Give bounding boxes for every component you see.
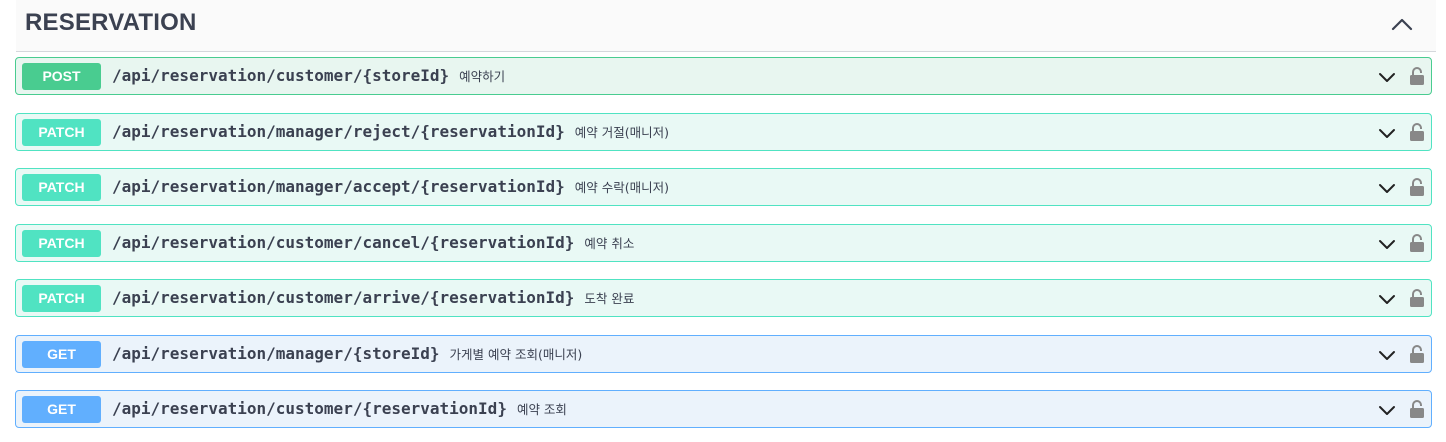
lock-icon[interactable] bbox=[1409, 233, 1425, 253]
operation-row-post-reserve[interactable]: POST /api/reservation/customer/{storeId}… bbox=[15, 57, 1432, 95]
lock-icon[interactable] bbox=[1409, 177, 1425, 197]
operation-row-patch-reject[interactable]: PATCH /api/reservation/manager/reject/{r… bbox=[15, 113, 1432, 151]
section-header[interactable]: RESERVATION bbox=[16, 0, 1436, 52]
lock-icon[interactable] bbox=[1409, 122, 1425, 142]
section-title: RESERVATION bbox=[25, 9, 197, 36]
chevron-down-icon[interactable] bbox=[1377, 345, 1397, 365]
operation-path-text: /api/reservation/customer/cancel/{reserv… bbox=[112, 233, 575, 252]
method-badge: GET bbox=[22, 396, 101, 423]
operation-summary: 도착 완료 bbox=[584, 291, 635, 306]
operation-summary: 예약 취소 bbox=[584, 236, 635, 251]
method-badge: POST bbox=[22, 63, 101, 90]
operation-path-text: /api/reservation/customer/{reservationId… bbox=[112, 399, 507, 418]
operation-path: /api/reservation/manager/accept/{reserva… bbox=[112, 177, 669, 196]
lock-icon[interactable] bbox=[1409, 399, 1425, 419]
chevron-down-icon[interactable] bbox=[1377, 178, 1397, 198]
operation-path-text: /api/reservation/manager/accept/{reserva… bbox=[112, 177, 565, 196]
operation-row-patch-cancel[interactable]: PATCH /api/reservation/customer/cancel/{… bbox=[15, 224, 1432, 262]
operation-summary: 가게별 예약 조회(매니저) bbox=[449, 347, 583, 362]
operation-path-text: /api/reservation/manager/reject/{reserva… bbox=[112, 122, 565, 141]
method-badge: PATCH bbox=[22, 174, 101, 201]
operation-summary: 예약 수락(매니저) bbox=[574, 180, 669, 195]
chevron-down-icon[interactable] bbox=[1377, 67, 1397, 87]
chevron-down-icon[interactable] bbox=[1377, 123, 1397, 143]
method-badge: PATCH bbox=[22, 119, 101, 146]
operation-row-patch-accept[interactable]: PATCH /api/reservation/manager/accept/{r… bbox=[15, 168, 1432, 206]
operation-row-patch-arrive[interactable]: PATCH /api/reservation/customer/arrive/{… bbox=[15, 279, 1432, 317]
operation-summary: 예약 거절(매니저) bbox=[574, 125, 669, 140]
operation-path: /api/reservation/manager/{storeId} 가게별 예약… bbox=[112, 344, 582, 363]
lock-icon[interactable] bbox=[1409, 288, 1425, 308]
operation-summary: 예약 조회 bbox=[516, 402, 567, 417]
chevron-down-icon[interactable] bbox=[1377, 234, 1397, 254]
operation-path-text: /api/reservation/manager/{storeId} bbox=[112, 344, 440, 363]
method-badge: PATCH bbox=[22, 285, 101, 312]
operation-path-text: /api/reservation/customer/{storeId} bbox=[112, 66, 450, 85]
operation-path: /api/reservation/customer/arrive/{reserv… bbox=[112, 288, 634, 307]
chevron-up-icon[interactable] bbox=[1388, 10, 1416, 38]
operation-path: /api/reservation/customer/cancel/{reserv… bbox=[112, 233, 634, 252]
method-badge: GET bbox=[22, 341, 101, 368]
operation-path-text: /api/reservation/customer/arrive/{reserv… bbox=[112, 288, 575, 307]
chevron-down-icon[interactable] bbox=[1377, 400, 1397, 420]
operation-summary: 예약하기 bbox=[459, 69, 506, 84]
operation-path: /api/reservation/customer/{reservationId… bbox=[112, 399, 567, 418]
operation-path: /api/reservation/manager/reject/{reserva… bbox=[112, 122, 669, 141]
lock-icon[interactable] bbox=[1409, 344, 1425, 364]
operation-row-get-customer-reservation[interactable]: GET /api/reservation/customer/{reservati… bbox=[15, 390, 1432, 428]
chevron-down-icon[interactable] bbox=[1377, 289, 1397, 309]
method-badge: PATCH bbox=[22, 230, 101, 257]
operation-path: /api/reservation/customer/{storeId} 예약하기 bbox=[112, 66, 505, 85]
lock-icon[interactable] bbox=[1409, 66, 1425, 86]
operation-row-get-manager-store[interactable]: GET /api/reservation/manager/{storeId} 가게… bbox=[15, 335, 1432, 373]
